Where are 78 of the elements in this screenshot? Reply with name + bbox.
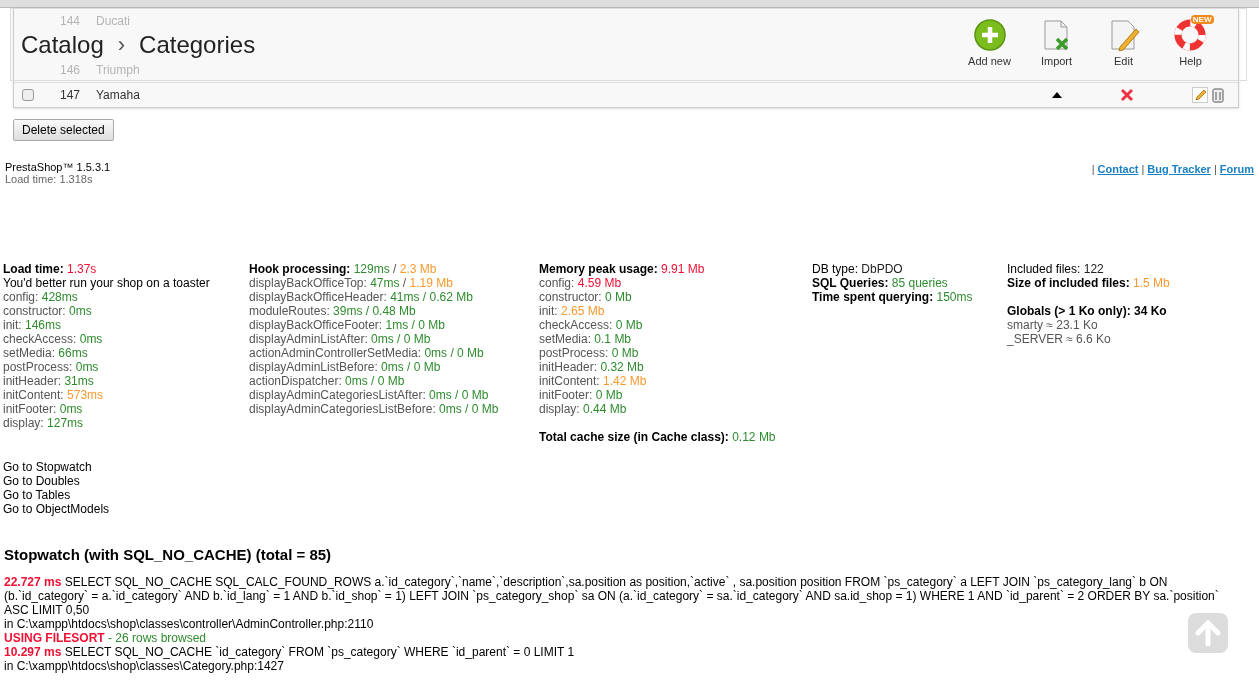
profile-line: init: 2.65 Mb [539, 304, 606, 318]
row-checkbox[interactable] [22, 89, 34, 101]
profile-line: initContent: 1.42 Mb [539, 374, 648, 388]
profile-line: displayAdminListAfter: 0ms / 0 Mb [249, 332, 432, 346]
page-title: Categories [139, 29, 256, 60]
goto-link[interactable]: Go to ObjectModels [3, 502, 110, 516]
toolbar-button[interactable]: Add new [956, 19, 1023, 70]
profile-line: initFooter: 0ms [3, 402, 84, 416]
pencil-icon[interactable] [1192, 87, 1208, 103]
profile-line: checkAccess: 0ms [3, 332, 104, 346]
link-separator: | [1141, 162, 1145, 177]
filesort-warning: USING FILESORT - 26 rows browsed [4, 630, 207, 645]
cross-icon[interactable] [1120, 88, 1134, 102]
profile-line: Memory peak usage: 9.91 Mb [539, 262, 706, 276]
goto-link[interactable]: Go to Tables [3, 488, 71, 502]
plus-circle-icon [973, 19, 1006, 52]
profile-line: constructor: 0ms [3, 304, 93, 318]
profile-line: displayAdminListBefore: 0ms / 0 Mb [249, 360, 442, 374]
name-cell-text: Triumph [96, 62, 140, 79]
profile-line: actionAdminControllerSetMedia: 0ms / 0 Mb [249, 346, 485, 360]
query-location: in C:\xampp\htdocs\shop\classes\Category.php:1427 [4, 658, 285, 673]
breadcrumb-separator: › [117, 31, 126, 59]
profile-line: SQL Queries: 85 queries [812, 276, 949, 290]
profile-line: checkAccess: 0 Mb [539, 318, 644, 332]
profile-line: postProcess: 0 Mb [539, 346, 640, 360]
profile-line: DB type: DbPDO [812, 262, 904, 276]
toolbar-button[interactable]: Edit [1090, 19, 1157, 70]
profile-line: setMedia: 0.1 Mb [539, 332, 633, 346]
profile-line: displayBackOfficeTop: 47ms / 1.19 Mb [249, 276, 454, 290]
profile-line: actionDispatcher: 0ms / 0 Mb [249, 374, 406, 388]
profile-line: Size of included files: 1.5 Mb [1007, 276, 1171, 290]
delete-selected-button[interactable]: Delete selected [13, 119, 114, 141]
link-separator: | [1091, 162, 1095, 177]
id-cell-text: 147 [60, 87, 82, 104]
profile-line: postProcess: 0ms [3, 360, 100, 374]
profile-line: Load time: 1.37s [3, 262, 98, 276]
profile-line: config: 4.59 Mb [539, 276, 623, 290]
profile-line: initHeader: 0.32 Mb [539, 360, 645, 374]
profile-line: display: 0.44 Mb [539, 402, 628, 416]
query-location: in C:\xampp\htdocs\shop\classes\controller\AdminController.php:2110 [4, 616, 375, 631]
profile-line: moduleRoutes: 39ms / 0.48 Mb [249, 304, 417, 318]
version-text: PrestaShop™ 1.5.3.1 [5, 161, 111, 173]
profile-line: displayBackOfficeFooter: 1ms / 0 Mb [249, 318, 446, 332]
profile-line: Included files: 122 [1007, 262, 1105, 276]
profile-line: Globals (> 1 Ko only): 34 Ko [1007, 304, 1168, 318]
profile-line: displayBackOfficeHeader: 41ms / 0.62 Mb [249, 290, 474, 304]
profile-line: display: 127ms [3, 416, 85, 430]
profile-line: Total cache size (in Cache class): 0.12 Mb [539, 430, 777, 444]
query-text: 10.297 ms SELECT SQL_NO_CACHE `id_category` FROM `ps_category` WHERE `id_parent` = 0 LIMIT 1 [4, 644, 576, 659]
footer-link[interactable]: Contact [1097, 161, 1139, 178]
load-time-text: Load time: 1.318s [5, 173, 94, 185]
profile-line: init: 146ms [3, 318, 63, 332]
profile-line: config: 428ms [3, 290, 79, 304]
name-cell-text: Yamaha [96, 87, 140, 104]
footer-link[interactable]: Bug Tracker [1147, 161, 1211, 178]
profile-line: smarty ≈ 23.1 Ko [1007, 318, 1099, 332]
toolbar-button[interactable]: Import [1023, 19, 1090, 70]
profile-line: Hook processing: 129ms / 2.3 Mb [249, 262, 438, 276]
profile-line: initHeader: 31ms [3, 374, 95, 388]
profile-line: You'd better run your shop on a toaster [3, 276, 211, 290]
profile-line: Time spent querying: 150ms [812, 290, 974, 304]
profile-line: _SERVER ≈ 6.6 Ko [1007, 332, 1112, 346]
profile-line: constructor: 0 Mb [539, 290, 633, 304]
profile-line: setMedia: 66ms [3, 346, 89, 360]
goto-link[interactable]: Go to Stopwatch [3, 460, 92, 474]
profile-line: initContent: 573ms [3, 388, 105, 402]
goto-link[interactable]: Go to Doubles [3, 474, 80, 488]
profile-line: displayAdminCategoriesListAfter: 0ms / 0 Mb [249, 388, 490, 402]
stopwatch-title: Stopwatch (with SQL_NO_CACHE) (total = 85) [4, 545, 333, 565]
profile-line: initFooter: 0 Mb [539, 388, 624, 402]
up-arrow-icon [1195, 620, 1221, 646]
new-badge: NEW [1190, 15, 1214, 25]
id-cell-text: 146 [60, 62, 82, 79]
profile-line: displayAdminCategoriesListBefore: 0ms / 0 Mb [249, 402, 500, 416]
sort-up-icon[interactable] [1052, 92, 1062, 98]
link-separator: | [1213, 162, 1217, 177]
footer-link[interactable]: Forum [1219, 161, 1254, 178]
trash-icon[interactable] [1212, 87, 1224, 103]
